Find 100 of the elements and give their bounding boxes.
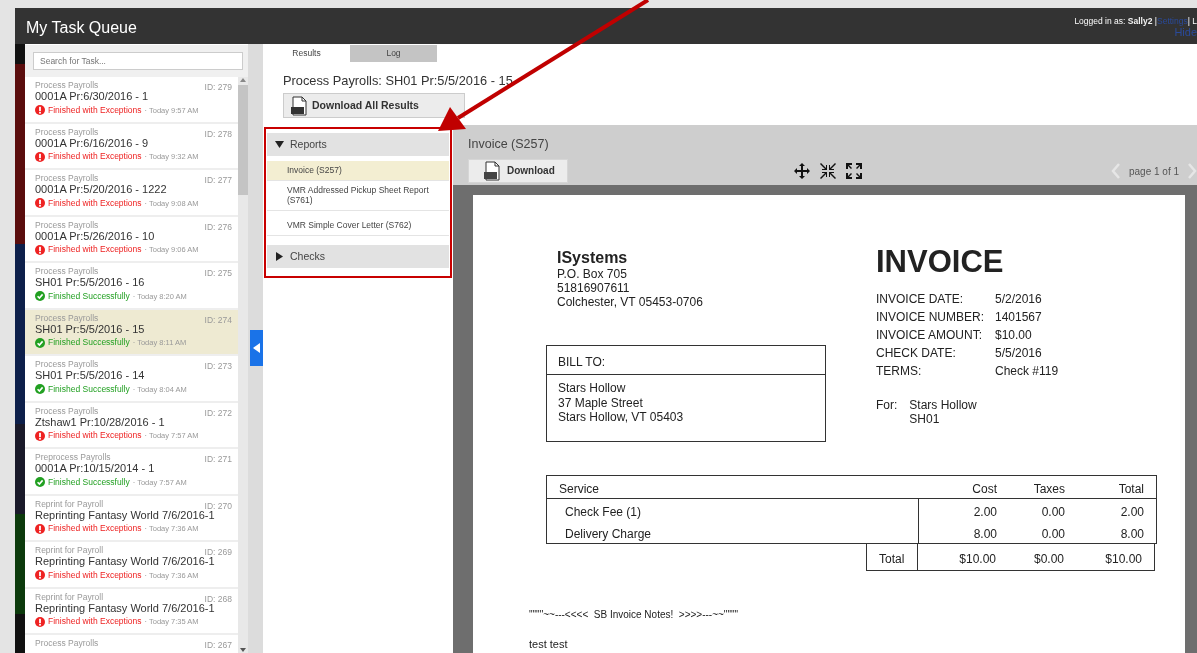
collapse-caret-icon (275, 140, 284, 149)
task-id: ID: 275 (204, 267, 232, 280)
table-cell-text: 2.00 (1119, 504, 1145, 522)
separator: | L (1187, 16, 1197, 26)
error-icon (35, 616, 45, 627)
accordion-header[interactable]: Checks (267, 245, 449, 269)
task-category: Reprint for Payroll (35, 546, 104, 556)
detail-value: 5/5/2016 (995, 346, 1043, 361)
fullscreen-icon[interactable] (846, 163, 862, 179)
expand-caret-icon (275, 252, 284, 262)
task-category: Process Payrolls (35, 313, 99, 323)
bill-to-line: Stars Hollow, VT 05403 (558, 410, 685, 425)
task-title: Reprinting Fantasy World 7/6/2016-1 (35, 508, 216, 522)
task-id: ID: 276 (204, 220, 232, 234)
collapse-button[interactable] (250, 330, 263, 366)
detail-label: CHECK DATE: (876, 346, 957, 361)
task-id: ID: 274 (204, 313, 232, 327)
table-cell-text: 0.00 (1040, 526, 1066, 544)
column-header: Taxes (1032, 481, 1066, 499)
task-category: Process Payrolls (35, 360, 99, 370)
company-address-line: Colchester, VT 05453-0706 (557, 295, 704, 310)
task-category: Reprint for Payroll (35, 499, 104, 509)
table-cell-text: 0.00 (1040, 504, 1066, 522)
for-line: Stars Hollow (909, 398, 977, 412)
task-id: ID: 271 (204, 453, 232, 466)
detail-label: INVOICE NUMBER: (876, 310, 985, 325)
invoice-notes: """"~~---<<<< SB Invoice Notes! >>>>---~~"""" (529, 608, 740, 623)
task-status: Finished with Exceptions (48, 569, 142, 582)
table-cell-text: 8.00 (1119, 526, 1145, 544)
task-category: Process Payrolls (35, 639, 99, 649)
success-icon (35, 291, 45, 302)
task-status: Finished Successfully (48, 336, 130, 350)
task-category: Process Payrolls (35, 267, 99, 277)
user-name: Sally2 (1127, 16, 1153, 26)
task-category: Process Payrolls (35, 81, 99, 91)
error-icon (35, 105, 45, 116)
task-title: Ztshaw1 Pr:10/28/2016 - 1 (35, 415, 166, 429)
success-icon (35, 477, 45, 488)
task-title: 0001A Pr:6/16/2016 - 9 (35, 136, 150, 150)
task-category: Process Payrolls (35, 220, 99, 230)
error-icon (35, 430, 45, 441)
success-icon (35, 337, 45, 348)
task-category: Process Payrolls (35, 406, 99, 416)
task-category: Process Payrolls (35, 174, 99, 184)
report-item[interactable]: Invoice (S257) (267, 161, 449, 182)
task-title: 0001A Pr:5/20/2016 - 1222 (35, 183, 168, 196)
bill-to-line: 37 Maple Street (558, 395, 644, 411)
tab[interactable]: Log (350, 45, 437, 62)
page-title: My Task Queue (26, 20, 137, 38)
column-header: Cost (971, 481, 998, 499)
download-button[interactable]: Download (468, 158, 568, 183)
scroll-down-icon[interactable] (240, 647, 246, 653)
error-icon (35, 570, 45, 581)
task-title: SH01 Pr:5/5/2016 - 15 (35, 322, 146, 336)
for-line: SH01 (909, 412, 941, 426)
task-title: Reprinting Fantasy World 7/6/2016-1 (35, 601, 216, 615)
task-status: Finished with Exceptions (48, 522, 142, 536)
separator: | (1154, 16, 1157, 26)
logged-in-label: Logged in as: (1074, 16, 1126, 26)
bill-to-line: Stars Hollow (558, 381, 627, 396)
download-all-button[interactable]: Download All Results (283, 93, 465, 119)
detail-value: 1401567 (995, 310, 1043, 325)
task-status: Finished with Exceptions (48, 197, 142, 210)
scrollbar[interactable] (238, 77, 248, 653)
task-id: ID: 269 (204, 546, 232, 557)
table-cell-text: 2.00 (972, 504, 998, 522)
accordion-header[interactable]: Reports (267, 133, 449, 156)
task-category: Preprocess Payrolls (35, 453, 111, 463)
zip-file-icon (290, 95, 308, 116)
shrink-icon[interactable] (820, 163, 836, 179)
collapse-icon (253, 343, 260, 353)
task-title: SH01 Pr:5/5/2016 - 14 (35, 369, 146, 382)
task-status: Finished with Exceptions (48, 243, 142, 257)
task-category: Reprint for Payroll (35, 592, 104, 602)
total-label: Total (866, 544, 918, 572)
invoice-memo: test test (529, 637, 569, 653)
search-field[interactable]: Search for Task... (33, 52, 243, 70)
task-id: ID: 278 (204, 127, 232, 141)
task-id: ID: 267 (204, 639, 232, 652)
task-id: ID: 268 (204, 592, 232, 604)
column-header: Total (1117, 481, 1145, 499)
task-id: ID: 270 (204, 499, 232, 511)
task-status: Finished with Exceptions (48, 150, 142, 164)
detail-label: INVOICE DATE: (876, 292, 965, 307)
task-title: SH01 Pr:5/5/2016 - 16 (35, 276, 146, 289)
table-cell: Delivery Charge (547, 521, 919, 544)
task-status: Finished with Exceptions (48, 615, 142, 629)
column-header: Service (558, 481, 600, 499)
task-status: Finished Successfully (48, 476, 130, 489)
move-icon[interactable] (794, 163, 810, 179)
task-title: 0001A Pr:5/26/2016 - 10 (35, 229, 156, 243)
detail-label: TERMS: (876, 364, 923, 379)
detail-label: INVOICE AMOUNT: (876, 328, 983, 343)
pdf-file-icon (483, 160, 501, 181)
company-address-line: P.O. Box 705 (557, 267, 628, 282)
total-cell: $10.00 (918, 544, 1008, 572)
task-status: Finished with Exceptions (48, 104, 142, 117)
task-title: 0001A Pr:6/30/2016 - 1 (35, 90, 150, 103)
scroll-up-icon[interactable] (240, 77, 246, 83)
scrollbar-thumb[interactable] (238, 85, 248, 195)
